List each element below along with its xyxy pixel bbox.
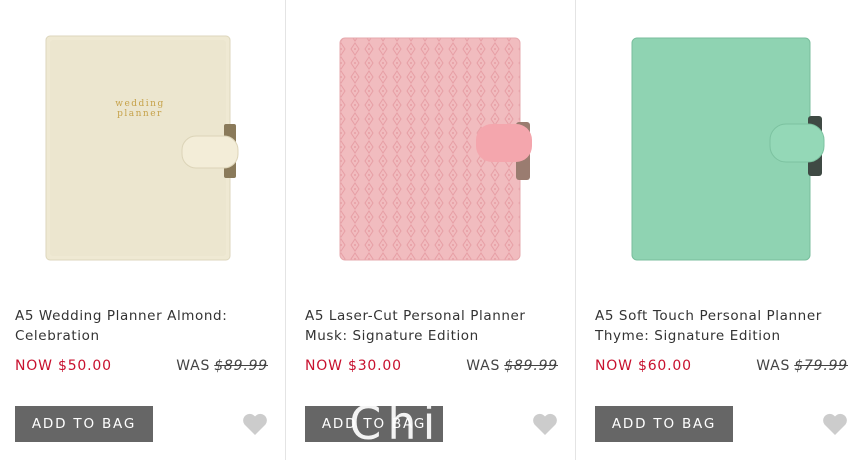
title-line: Thyme: Signature Edition — [595, 328, 781, 344]
product-title[interactable]: A5 Wedding Planner Almond: Celebration — [15, 306, 275, 346]
product-card: wedding planner A5 Wedding Planner Almon… — [0, 0, 290, 460]
now-price: $30.00 — [348, 358, 402, 374]
now-label: NOW — [15, 358, 53, 374]
original-price: WAS $79.99 — [756, 358, 848, 374]
sale-price: NOW $60.00 — [595, 358, 692, 374]
now-price: $60.00 — [638, 358, 692, 374]
title-line: A5 Soft Touch Personal Planner — [595, 308, 822, 324]
now-price: $50.00 — [58, 358, 112, 374]
cover-text: wedding — [115, 99, 165, 109]
now-label: NOW — [305, 358, 343, 374]
was-label: WAS — [756, 358, 791, 374]
title-line: Musk: Signature Edition — [305, 328, 479, 344]
sale-price: NOW $50.00 — [15, 358, 112, 374]
now-label: NOW — [595, 358, 633, 374]
product-card: A5 Laser-Cut Personal Planner Musk: Sign… — [290, 0, 580, 460]
add-to-bag-button[interactable]: ADD TO BAG — [305, 406, 443, 442]
heart-icon[interactable] — [822, 412, 848, 436]
original-price: WAS $89.99 — [176, 358, 268, 374]
title-line: Celebration — [15, 328, 100, 344]
was-label: WAS — [466, 358, 501, 374]
was-label: WAS — [176, 358, 211, 374]
product-title[interactable]: A5 Laser-Cut Personal Planner Musk: Sign… — [305, 306, 565, 346]
title-line: A5 Laser-Cut Personal Planner — [305, 308, 526, 324]
was-price: $89.99 — [504, 358, 558, 374]
heart-icon[interactable] — [532, 412, 558, 436]
product-image[interactable]: wedding planner — [30, 28, 260, 268]
add-to-bag-button[interactable]: ADD TO BAG — [15, 406, 153, 442]
heart-icon[interactable] — [242, 412, 268, 436]
add-to-bag-button[interactable]: ADD TO BAG — [595, 406, 733, 442]
was-price: $79.99 — [794, 358, 848, 374]
was-price: $89.99 — [214, 358, 268, 374]
product-image[interactable] — [610, 28, 840, 268]
product-grid: wedding planner A5 Wedding Planner Almon… — [0, 0, 860, 460]
original-price: WAS $89.99 — [466, 358, 558, 374]
sale-price: NOW $30.00 — [305, 358, 402, 374]
cover-text: planner — [117, 109, 163, 119]
product-image[interactable] — [320, 28, 550, 268]
product-card: A5 Soft Touch Personal Planner Thyme: Si… — [580, 0, 860, 460]
product-title[interactable]: A5 Soft Touch Personal Planner Thyme: Si… — [595, 306, 855, 346]
title-line: A5 Wedding Planner Almond: — [15, 308, 228, 324]
